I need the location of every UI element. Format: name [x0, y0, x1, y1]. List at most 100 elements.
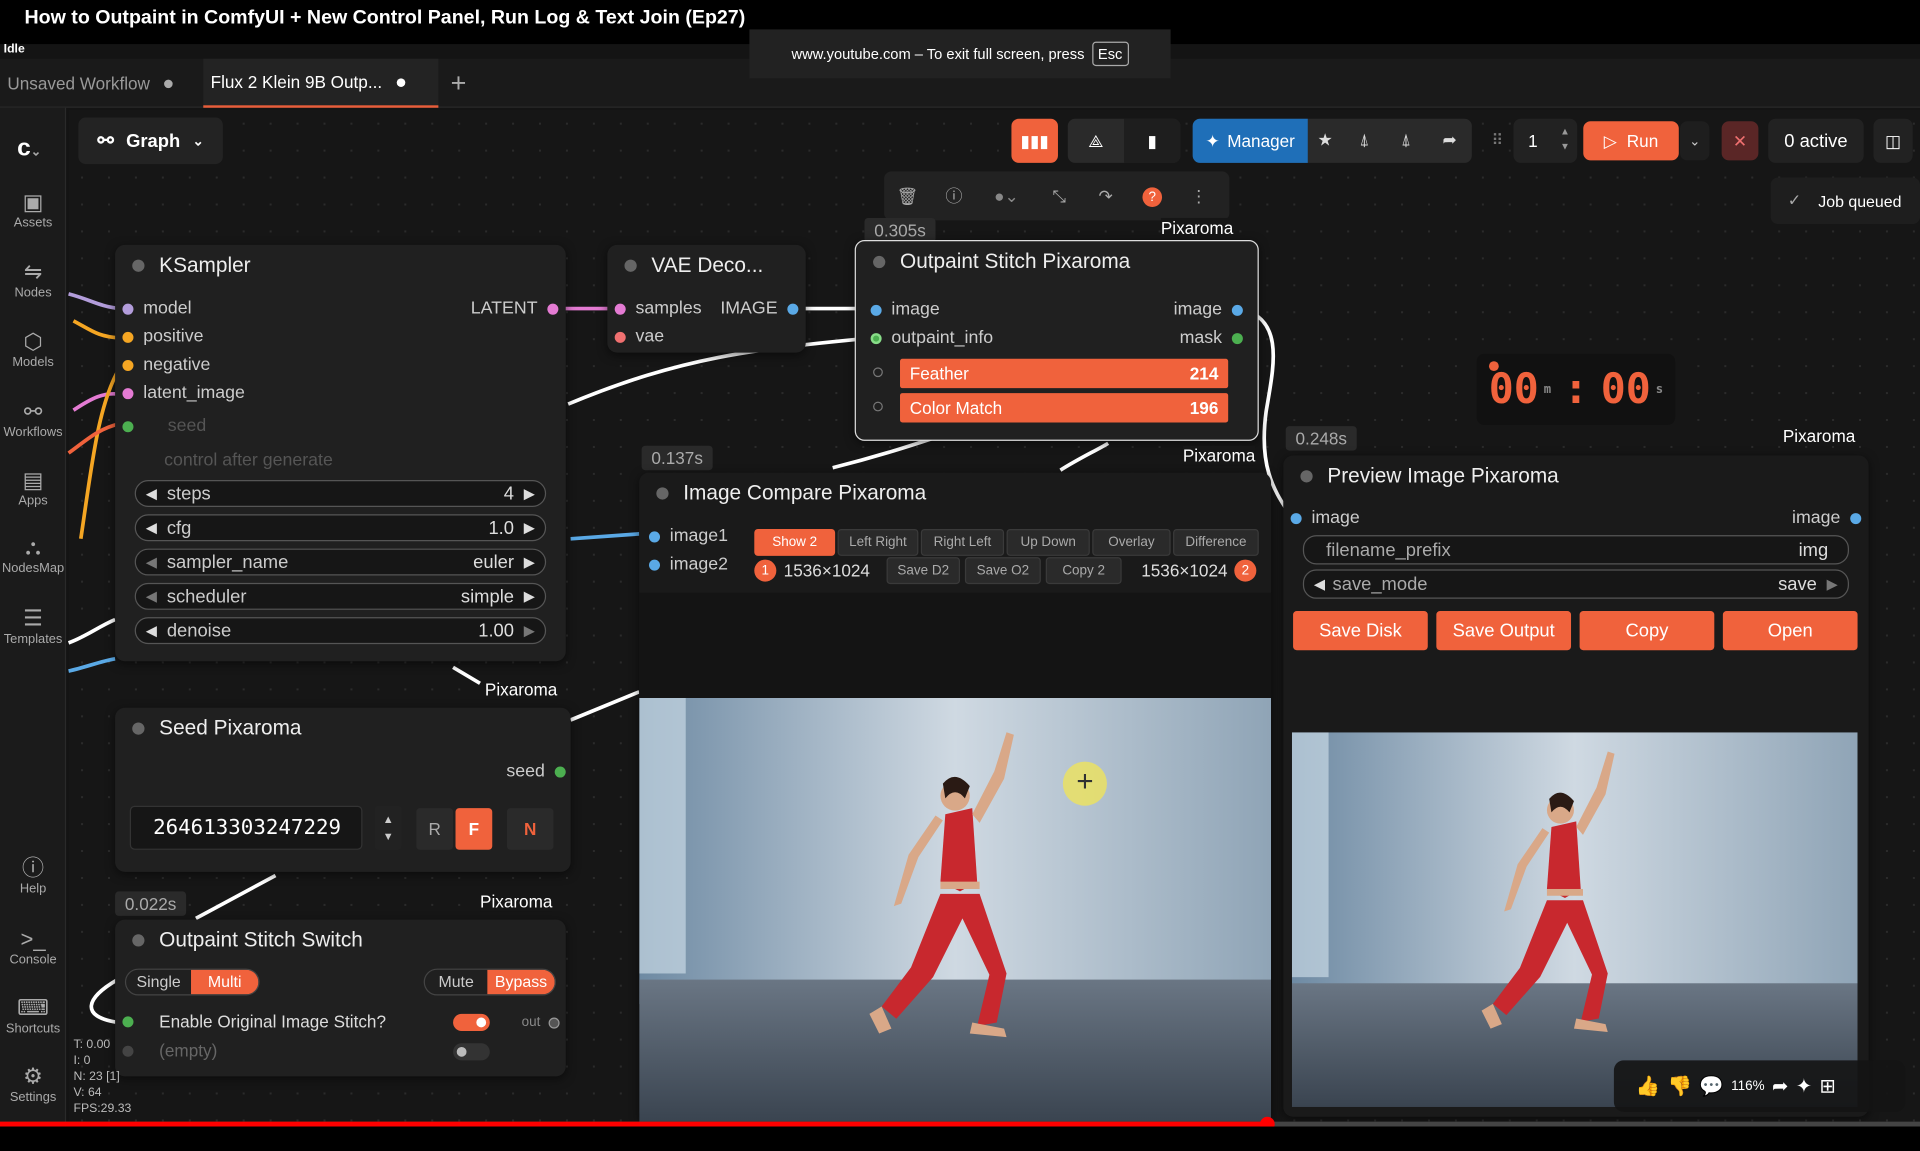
copy2-button[interactable]: Copy 2	[1045, 557, 1122, 585]
save-output-button[interactable]: Save Output	[1436, 611, 1572, 651]
output-seed[interactable]: seed	[506, 762, 566, 781]
input-model[interactable]: model	[122, 299, 192, 318]
manager-button[interactable]: ✦ Manager	[1192, 118, 1308, 163]
mode-up-down-button[interactable]: Up Down	[1006, 528, 1090, 556]
preview-image-node[interactable]: Preview Image Pixaroma image image filen…	[1283, 455, 1869, 1117]
node-title[interactable]: KSampler	[115, 245, 566, 287]
input-image[interactable]: image	[1290, 508, 1360, 528]
bypass-icon[interactable]: ↷	[1082, 186, 1129, 207]
input-image2[interactable]: image2	[648, 555, 728, 574]
sidebar-item-apps[interactable]: ▤ Apps	[0, 467, 66, 508]
comments-icon[interactable]: 💬	[1699, 1074, 1723, 1098]
bookmark-icon[interactable]: ▮	[1124, 118, 1181, 163]
sidebar-item-workflows[interactable]: ⚯ Workflows	[0, 398, 66, 439]
decrement-icon[interactable]: ◀	[1314, 576, 1325, 593]
mode-difference-button[interactable]: Difference	[1173, 528, 1259, 556]
decrement-icon[interactable]: ◀	[146, 588, 157, 605]
stepper-icon[interactable]: ▲ ▼	[1560, 125, 1570, 154]
trash-icon[interactable]: 🗑	[884, 186, 931, 207]
increment-icon[interactable]: ▶	[524, 519, 535, 536]
seed-fixed-button[interactable]: F	[455, 808, 493, 850]
sidebar-item-templates[interactable]: ☰ Templates	[0, 605, 66, 646]
active-queue-button[interactable]: 0 active	[1768, 118, 1864, 163]
ksampler-node[interactable]: KSampler model positive negative latent_…	[115, 244, 566, 662]
increment-icon[interactable]: ▶	[1827, 576, 1838, 593]
feather-slider[interactable]: Feather 214	[900, 358, 1229, 389]
input-negative[interactable]: negative	[122, 355, 210, 375]
single-option[interactable]: Single	[126, 970, 191, 994]
sparkle-icon[interactable]: ✦	[1796, 1074, 1812, 1098]
output-image[interactable]: image	[1792, 508, 1862, 528]
mute-option[interactable]: Mute	[425, 970, 487, 994]
open-button[interactable]: Open	[1722, 611, 1858, 651]
panel-toggle-button[interactable]: ◫	[1873, 118, 1913, 163]
sidebar-item-nodes[interactable]: ⇋ Nodes	[0, 258, 66, 300]
denoise-widget[interactable]: ◀ denoise 1.00 ▶	[134, 617, 547, 645]
seed-value-input[interactable]: 264613303247229	[129, 805, 363, 850]
map-icon[interactable]: ⊞	[1819, 1074, 1835, 1098]
seed-random-button[interactable]: R	[416, 808, 454, 850]
cancel-run-button[interactable]: ✕	[1721, 121, 1759, 161]
input-latent-image[interactable]: latent_image	[122, 383, 245, 403]
color-picker-icon[interactable]: ●⌄	[977, 186, 1036, 207]
seed-new-button[interactable]: N	[506, 808, 554, 850]
output-image[interactable]: image	[1174, 300, 1243, 320]
graph-menu-button[interactable]: ⚯ Graph ⌄	[78, 117, 223, 165]
mode-overlay-button[interactable]: Overlay	[1092, 528, 1171, 556]
comfy-logo-icon[interactable]: c⌄	[17, 135, 41, 163]
sidebar-item-shortcuts[interactable]: ⌨ Shortcuts	[0, 994, 66, 1036]
thumbs-down-icon[interactable]: 👎	[1668, 1074, 1692, 1098]
run-button[interactable]: ▷ Run	[1583, 121, 1679, 161]
save-o2-button[interactable]: Save O2	[964, 557, 1041, 585]
outpaint-stitch-node[interactable]: Outpaint Stitch Pixaroma image outpaint_…	[854, 240, 1259, 441]
node-title[interactable]: Image Compare Pixaroma	[639, 473, 1271, 515]
decrement-icon[interactable]: ◀	[146, 485, 157, 502]
share-icon[interactable]: ➦	[1772, 1074, 1788, 1098]
model-b-icon[interactable]: ⍋	[1401, 130, 1411, 151]
seed-pixaroma-node[interactable]: Seed Pixaroma seed 264613303247229 ▲ ▼ R …	[115, 707, 571, 872]
node-title[interactable]: Outpaint Stitch Switch	[115, 920, 566, 962]
input-image[interactable]: image	[870, 300, 940, 320]
collapse-icon[interactable]: ⤡	[1036, 186, 1083, 207]
mode-right-left-button[interactable]: Right Left	[920, 528, 1005, 556]
output-mask[interactable]: mask	[1180, 328, 1243, 348]
vae-decode-node[interactable]: VAE Deco... samples vae IMAGE	[607, 244, 806, 353]
increment-icon[interactable]: ▶	[524, 553, 535, 570]
thumbs-up-icon[interactable]: 👍	[1636, 1074, 1660, 1098]
tab-flux-klein[interactable]: Flux 2 Klein 9B Outp...	[203, 58, 439, 108]
filename-prefix-widget[interactable]: filename_prefix img	[1302, 535, 1849, 565]
sidebar-item-settings[interactable]: ⚙ Settings	[0, 1063, 66, 1104]
output-latent[interactable]: LATENT	[471, 299, 559, 318]
triangle-logo-icon[interactable]: ⟁	[1068, 130, 1124, 151]
increment-icon[interactable]: ▶	[524, 485, 535, 502]
image-compare-node[interactable]: Image Compare Pixaroma image1 image2 Sho…	[639, 472, 1272, 1122]
drag-handle-icon[interactable]: ⠿	[1491, 131, 1503, 151]
sampler-name-widget[interactable]: ◀ sampler_name euler ▶	[134, 548, 547, 576]
bars-button[interactable]: ▮▮▮	[1011, 118, 1058, 163]
input-positive[interactable]: positive	[122, 327, 203, 347]
save-mode-widget[interactable]: ◀ save_mode save ▶	[1302, 569, 1849, 599]
bypass-option[interactable]: Bypass	[487, 969, 555, 995]
sidebar-item-console[interactable]: >_ Console	[0, 926, 66, 967]
input-samples[interactable]: samples	[614, 299, 702, 318]
input-vae[interactable]: vae	[614, 327, 664, 347]
tab-unsaved-workflow[interactable]: Unsaved Workflow	[0, 59, 203, 108]
steps-widget[interactable]: ◀ steps 4 ▶	[134, 480, 547, 507]
run-options-button[interactable]: ⌄	[1680, 121, 1710, 161]
sidebar-item-assets[interactable]: ▣ Assets	[0, 189, 66, 230]
multi-option[interactable]: Multi	[191, 969, 259, 995]
decrement-icon[interactable]: ◀	[146, 519, 157, 536]
save-disk-button[interactable]: Save Disk	[1293, 611, 1428, 651]
new-tab-button[interactable]: +	[443, 59, 473, 108]
node-title[interactable]: Preview Image Pixaroma	[1283, 456, 1868, 498]
outpaint-stitch-switch-node[interactable]: Outpaint Stitch Switch Single Multi Mute…	[115, 919, 566, 1077]
sidebar-item-nodesmap[interactable]: ⛬ NodesMap	[0, 534, 66, 575]
enable-stitch-toggle[interactable]	[453, 1013, 490, 1032]
decrement-icon[interactable]: ◀	[146, 622, 157, 639]
more-icon[interactable]: ⋮	[1176, 186, 1223, 207]
sidebar-item-models[interactable]: ⬡ Models	[0, 328, 66, 369]
sidebar-item-help[interactable]: ⓘ Help	[0, 855, 66, 896]
cfg-widget[interactable]: ◀ cfg 1.0 ▶	[134, 514, 547, 542]
star-icon[interactable]: ★	[1318, 130, 1333, 151]
info-icon[interactable]: ⓘ	[931, 184, 978, 208]
